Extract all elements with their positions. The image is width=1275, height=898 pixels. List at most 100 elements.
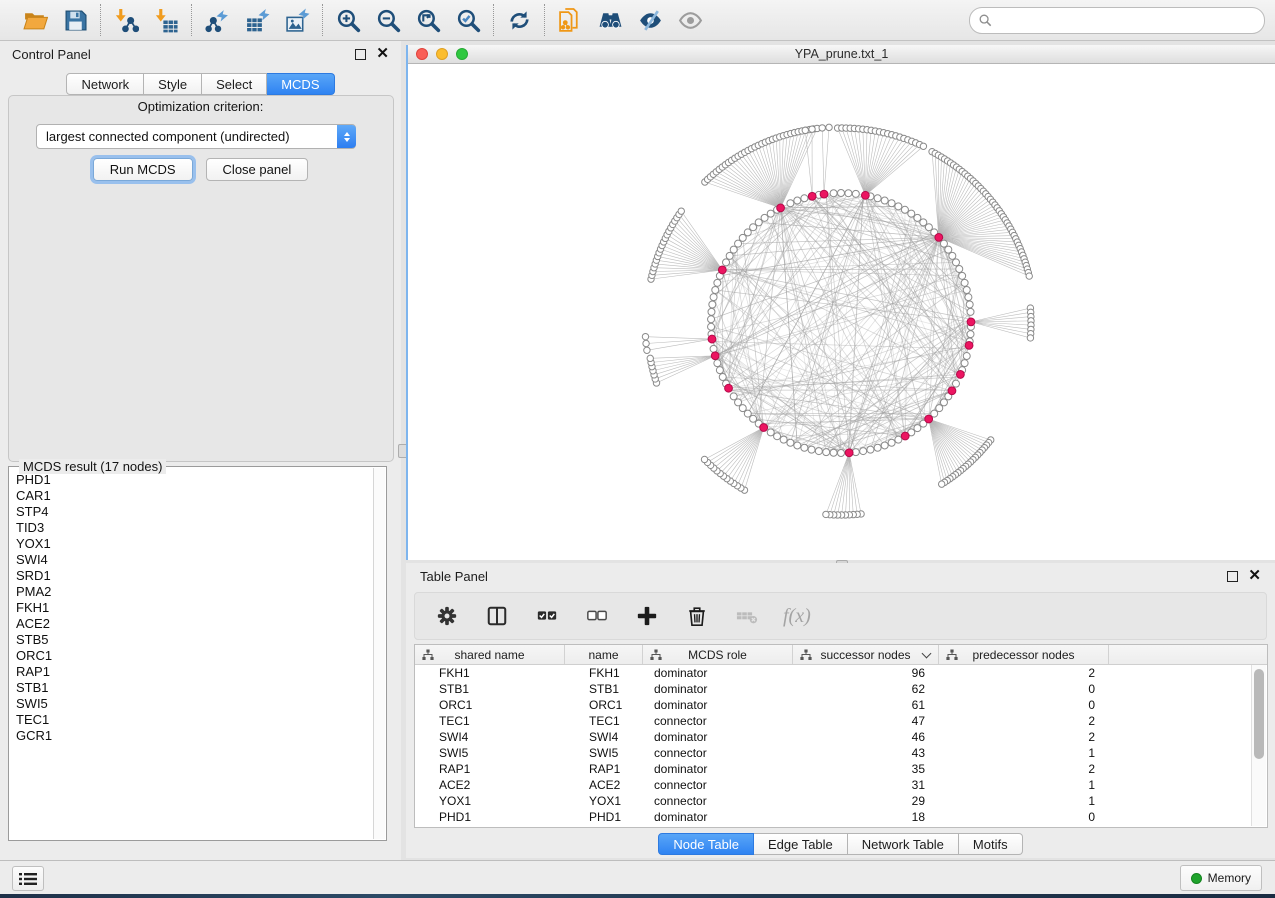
show-columns-button[interactable] [483, 602, 511, 630]
tab-edge-table[interactable]: Edge Table [754, 833, 848, 855]
graph-leaf-node[interactable] [643, 340, 649, 346]
mcds-result-list[interactable]: PHD1CAR1STP4TID3YOX1SWI4SRD1PMA2FKH1ACE2… [10, 470, 374, 839]
graph-mcds-node[interactable] [718, 266, 726, 274]
graph-node[interactable] [830, 190, 837, 197]
result-list-scrollbar[interactable] [373, 468, 385, 839]
import-network-button[interactable] [112, 6, 140, 34]
zoom-in-button[interactable] [334, 6, 362, 34]
show-all-button[interactable] [676, 6, 704, 34]
graph-leaf-node[interactable] [701, 456, 707, 462]
table-row[interactable]: SWI4SWI4dominator462 [415, 729, 1267, 745]
graph-node[interactable] [787, 200, 794, 207]
graph-leaf-node[interactable] [642, 333, 648, 339]
graph-node[interactable] [723, 259, 730, 266]
tab-style[interactable]: Style [144, 73, 202, 95]
graph-node[interactable] [959, 272, 966, 279]
graph-mcds-node[interactable] [711, 352, 719, 360]
graph-mcds-node[interactable] [708, 335, 716, 343]
zoom-fit-button[interactable] [414, 6, 442, 34]
graph-node[interactable] [755, 219, 762, 226]
delete-columns-button[interactable] [683, 602, 711, 630]
tab-select[interactable]: Select [202, 73, 267, 95]
table-row[interactable]: YOX1YOX1connector291 [415, 793, 1267, 809]
graph-mcds-node[interactable] [965, 341, 973, 349]
graph-leaf-node[interactable] [920, 143, 926, 149]
mcds-result-item[interactable]: CAR1 [16, 488, 374, 504]
graph-node[interactable] [967, 331, 974, 338]
tab-node-table[interactable]: Node Table [658, 833, 754, 855]
clone-network-button[interactable] [556, 6, 584, 34]
tab-network[interactable]: Network [66, 73, 144, 95]
table-row[interactable]: ACE2ACE2connector311 [415, 777, 1267, 793]
close-panel-icon[interactable]: ✕ [376, 49, 389, 59]
mcds-result-item[interactable]: TEC1 [16, 712, 374, 728]
graph-leaf-node[interactable] [938, 481, 944, 487]
export-image-button[interactable] [283, 6, 311, 34]
graph-leaf-node[interactable] [823, 511, 829, 517]
graph-node[interactable] [794, 197, 801, 204]
search-input[interactable] [998, 12, 1255, 29]
memory-button[interactable]: Memory [1180, 865, 1262, 891]
column-header-successor-nodes[interactable]: successor nodes [793, 645, 939, 664]
graph-mcds-node[interactable] [760, 424, 768, 432]
table-row[interactable]: PHD1PHD1dominator180 [415, 809, 1267, 825]
window-maximize-icon[interactable] [456, 48, 468, 60]
table-row[interactable]: FKH1FKH1dominator962 [415, 665, 1267, 681]
graph-mcds-node[interactable] [725, 384, 733, 392]
clear-table-button[interactable] [733, 602, 761, 630]
optimization-criterion-select[interactable]: largest connected component (undirected) [36, 124, 356, 149]
hide-selected-button[interactable] [636, 6, 664, 34]
window-minimize-icon[interactable] [436, 48, 448, 60]
table-row[interactable]: RAP1RAP1dominator352 [415, 761, 1267, 777]
mcds-result-item[interactable]: STP4 [16, 504, 374, 520]
graph-node[interactable] [801, 195, 808, 202]
column-header-MCDS-role[interactable]: MCDS role [643, 645, 793, 664]
graph-node[interactable] [716, 367, 723, 374]
graph-leaf-node[interactable] [644, 347, 650, 353]
zoom-selected-button[interactable] [454, 6, 482, 34]
graph-node[interactable] [730, 393, 737, 400]
graph-node[interactable] [967, 308, 974, 315]
graph-node[interactable] [895, 203, 902, 210]
graph-mcds-node[interactable] [925, 415, 933, 423]
graph-node[interactable] [708, 308, 715, 315]
mcds-result-item[interactable]: RAP1 [16, 664, 374, 680]
graph-node[interactable] [710, 294, 717, 301]
graph-node[interactable] [908, 210, 915, 217]
network-canvas[interactable] [408, 64, 1273, 560]
window-close-icon[interactable] [416, 48, 428, 60]
graph-mcds-node[interactable] [861, 191, 869, 199]
mcds-result-item[interactable]: GCR1 [16, 728, 374, 744]
graph-node[interactable] [761, 214, 768, 221]
graph-leaf-node[interactable] [647, 355, 653, 361]
graph-node[interactable] [730, 246, 737, 253]
tab-mcds[interactable]: MCDS [267, 73, 334, 95]
select-all-rows-button[interactable] [533, 602, 561, 630]
close-panel-button[interactable]: Close panel [206, 158, 309, 181]
graph-leaf-node[interactable] [678, 208, 684, 214]
graph-mcds-node[interactable] [935, 233, 943, 241]
mcds-result-item[interactable]: SRD1 [16, 568, 374, 584]
graph-leaf-node[interactable] [809, 126, 815, 132]
graph-node[interactable] [712, 286, 719, 293]
graph-node[interactable] [838, 190, 845, 197]
mcds-result-item[interactable]: ORC1 [16, 648, 374, 664]
tab-motifs[interactable]: Motifs [959, 833, 1023, 855]
graph-node[interactable] [895, 436, 902, 443]
graph-node[interactable] [940, 240, 947, 247]
graph-node[interactable] [888, 200, 895, 207]
graph-node[interactable] [735, 399, 742, 406]
graph-mcds-node[interactable] [901, 432, 909, 440]
graph-mcds-node[interactable] [808, 192, 816, 200]
mcds-result-item[interactable]: PHD1 [16, 472, 374, 488]
import-table-button[interactable] [152, 6, 180, 34]
graph-node[interactable] [787, 439, 794, 446]
graph-leaf-node[interactable] [1027, 335, 1033, 341]
graph-mcds-node[interactable] [948, 387, 956, 395]
mcds-result-item[interactable]: STB5 [16, 632, 374, 648]
graph-node[interactable] [823, 449, 830, 456]
graph-mcds-node[interactable] [956, 371, 964, 379]
graph-node[interactable] [949, 252, 956, 259]
graph-node[interactable] [914, 425, 921, 432]
mcds-result-item[interactable]: SWI4 [16, 552, 374, 568]
